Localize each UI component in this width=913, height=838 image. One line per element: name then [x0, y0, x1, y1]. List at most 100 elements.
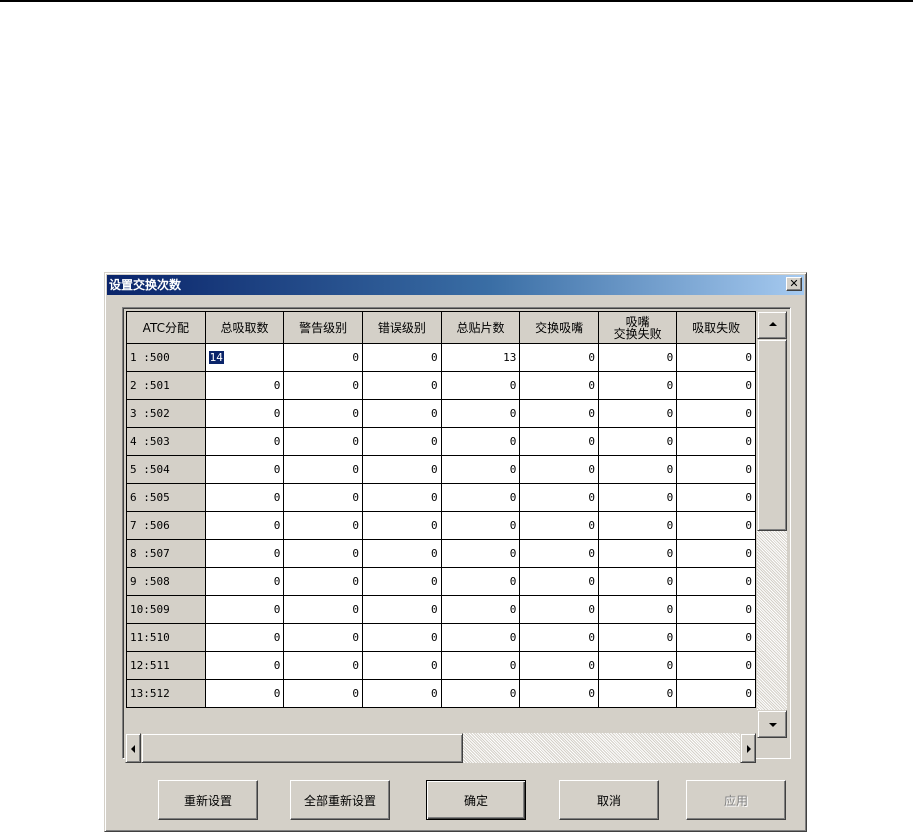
- table-cell[interactable]: 0: [440, 567, 521, 596]
- table-cell[interactable]: 0: [283, 371, 363, 400]
- vertical-scrollbar[interactable]: [757, 311, 787, 738]
- table-cell[interactable]: 0: [283, 399, 363, 428]
- table-cell[interactable]: 0: [676, 399, 756, 428]
- table-cell[interactable]: 0: [440, 371, 521, 400]
- table-cell[interactable]: 0: [440, 483, 521, 512]
- table-cell[interactable]: 0: [283, 343, 363, 372]
- table-cell[interactable]: 0: [283, 455, 363, 484]
- table-cell[interactable]: 0: [204, 427, 285, 456]
- table-cell[interactable]: 0: [440, 651, 521, 680]
- row-header[interactable]: 2 :501: [126, 371, 206, 400]
- table-cell[interactable]: 0: [283, 539, 363, 568]
- column-header-7[interactable]: 吸取失败: [676, 311, 756, 344]
- table-cell[interactable]: 0: [362, 623, 442, 652]
- table-cell[interactable]: 0: [519, 511, 600, 540]
- table-cell[interactable]: 0: [362, 511, 442, 540]
- row-header[interactable]: 10:509: [126, 595, 206, 624]
- table-cell[interactable]: 0: [519, 623, 600, 652]
- row-header[interactable]: 6 :505: [126, 483, 206, 512]
- table-cell[interactable]: 0: [676, 343, 756, 372]
- table-cell[interactable]: 13: [440, 343, 521, 372]
- table-cell[interactable]: 0: [362, 651, 442, 680]
- scroll-down-button[interactable]: [757, 710, 787, 738]
- table-cell[interactable]: 0: [676, 539, 756, 568]
- row-header[interactable]: 7 :506: [126, 511, 206, 540]
- table-cell[interactable]: 0: [519, 567, 600, 596]
- table-cell[interactable]: 0: [676, 427, 756, 456]
- table-cell[interactable]: 0: [283, 651, 363, 680]
- table-cell[interactable]: 0: [283, 679, 363, 708]
- table-cell[interactable]: 0: [519, 427, 600, 456]
- table-cell[interactable]: 0: [362, 455, 442, 484]
- table-cell[interactable]: 0: [598, 651, 678, 680]
- table-cell[interactable]: 0: [362, 679, 442, 708]
- table-cell[interactable]: 0: [519, 371, 600, 400]
- table-cell[interactable]: 0: [440, 427, 521, 456]
- vertical-scroll-thumb[interactable]: [757, 339, 787, 531]
- table-cell[interactable]: 0: [283, 427, 363, 456]
- table-cell[interactable]: 0: [676, 511, 756, 540]
- table-cell[interactable]: 0: [204, 483, 285, 512]
- row-header[interactable]: 9 :508: [126, 567, 206, 596]
- table-cell[interactable]: 0: [204, 623, 285, 652]
- scroll-left-button[interactable]: [125, 733, 141, 763]
- table-cell[interactable]: 0: [598, 679, 678, 708]
- column-header-2[interactable]: 警告级别: [283, 311, 363, 344]
- column-header-1[interactable]: 总吸取数: [204, 311, 285, 344]
- table-cell[interactable]: 0: [676, 567, 756, 596]
- table-cell[interactable]: 0: [362, 371, 442, 400]
- table-cell[interactable]: 0: [676, 623, 756, 652]
- cell-edit-text[interactable]: 14: [208, 351, 224, 364]
- table-cell[interactable]: 0: [204, 455, 285, 484]
- table-cell[interactable]: 0: [204, 651, 285, 680]
- table-cell[interactable]: 0: [519, 455, 600, 484]
- column-header-0[interactable]: ATC分配: [126, 311, 206, 344]
- table-cell[interactable]: 0: [204, 679, 285, 708]
- row-header[interactable]: 1 :500: [126, 343, 206, 372]
- table-cell[interactable]: 0: [676, 595, 756, 624]
- table-cell[interactable]: 0: [440, 399, 521, 428]
- table-cell[interactable]: 0: [204, 371, 285, 400]
- table-cell[interactable]: 0: [676, 483, 756, 512]
- table-cell[interactable]: 0: [283, 483, 363, 512]
- horizontal-scrollbar[interactable]: [125, 733, 756, 763]
- table-cell[interactable]: 0: [598, 399, 678, 428]
- row-header[interactable]: 5 :504: [126, 455, 206, 484]
- table-cell[interactable]: 0: [440, 595, 521, 624]
- table-cell[interactable]: 0: [598, 623, 678, 652]
- table-cell[interactable]: 0: [598, 567, 678, 596]
- table-cell-editing[interactable]: 14: [204, 343, 285, 372]
- table-cell[interactable]: 0: [283, 511, 363, 540]
- table-cell[interactable]: 0: [362, 483, 442, 512]
- ok-button[interactable]: 确定: [426, 780, 526, 820]
- table-cell[interactable]: 0: [362, 399, 442, 428]
- scroll-right-button[interactable]: [740, 733, 756, 763]
- reset-button[interactable]: 重新设置: [158, 780, 258, 820]
- cancel-button[interactable]: 取消: [559, 780, 659, 820]
- row-header[interactable]: 8 :507: [126, 539, 206, 568]
- row-header[interactable]: 3 :502: [126, 399, 206, 428]
- table-cell[interactable]: 0: [440, 455, 521, 484]
- table-cell[interactable]: 0: [598, 343, 678, 372]
- table-cell[interactable]: 0: [440, 623, 521, 652]
- table-cell[interactable]: 0: [598, 371, 678, 400]
- table-cell[interactable]: 0: [362, 539, 442, 568]
- column-header-3[interactable]: 错误级别: [362, 311, 442, 344]
- column-header-5[interactable]: 交换吸嘴: [519, 311, 600, 344]
- column-header-4[interactable]: 总贴片数: [440, 311, 521, 344]
- table-cell[interactable]: 0: [676, 371, 756, 400]
- table-cell[interactable]: 0: [519, 343, 600, 372]
- table-cell[interactable]: 0: [283, 623, 363, 652]
- table-cell[interactable]: 0: [519, 651, 600, 680]
- table-cell[interactable]: 0: [283, 567, 363, 596]
- table-cell[interactable]: 0: [598, 427, 678, 456]
- table-cell[interactable]: 0: [204, 539, 285, 568]
- table-cell[interactable]: 0: [204, 511, 285, 540]
- column-header-6[interactable]: 吸嘴 交换失败: [598, 311, 678, 344]
- table-cell[interactable]: 0: [440, 679, 521, 708]
- table-cell[interactable]: 0: [676, 455, 756, 484]
- row-header[interactable]: 13:512: [126, 679, 206, 708]
- table-cell[interactable]: 0: [204, 567, 285, 596]
- reset-all-button[interactable]: 全部重新设置: [290, 780, 390, 820]
- table-cell[interactable]: 0: [598, 595, 678, 624]
